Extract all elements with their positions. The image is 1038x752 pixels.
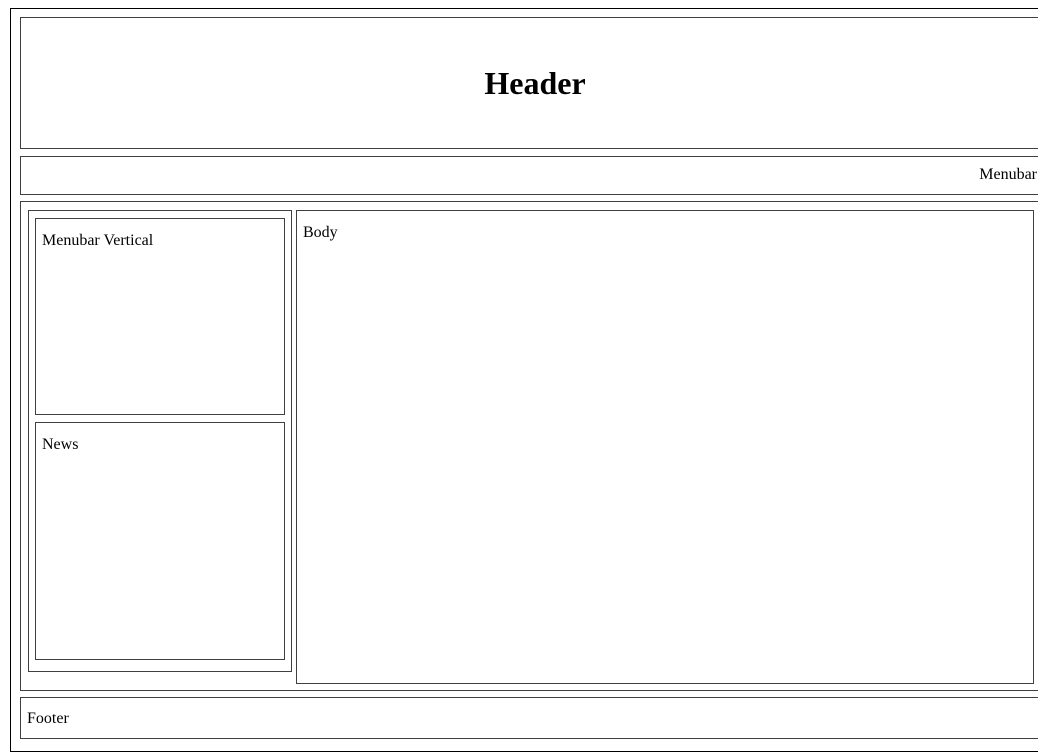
body-panel: Body xyxy=(296,210,1034,684)
page-header: Header xyxy=(20,17,1038,149)
footer-label: Footer xyxy=(27,710,69,727)
header-title: Header xyxy=(484,65,586,101)
menubar-label: Menubar xyxy=(979,166,1037,183)
vertical-menubar-panel: Menubar Vertical xyxy=(35,218,285,415)
news-panel: News xyxy=(35,422,285,660)
vertical-menubar-label: Menubar Vertical xyxy=(42,232,154,249)
body-label: Body xyxy=(303,224,338,241)
page-footer: Footer xyxy=(20,697,1038,739)
news-label: News xyxy=(42,436,79,453)
horizontal-menubar: Menubar xyxy=(20,156,1038,195)
